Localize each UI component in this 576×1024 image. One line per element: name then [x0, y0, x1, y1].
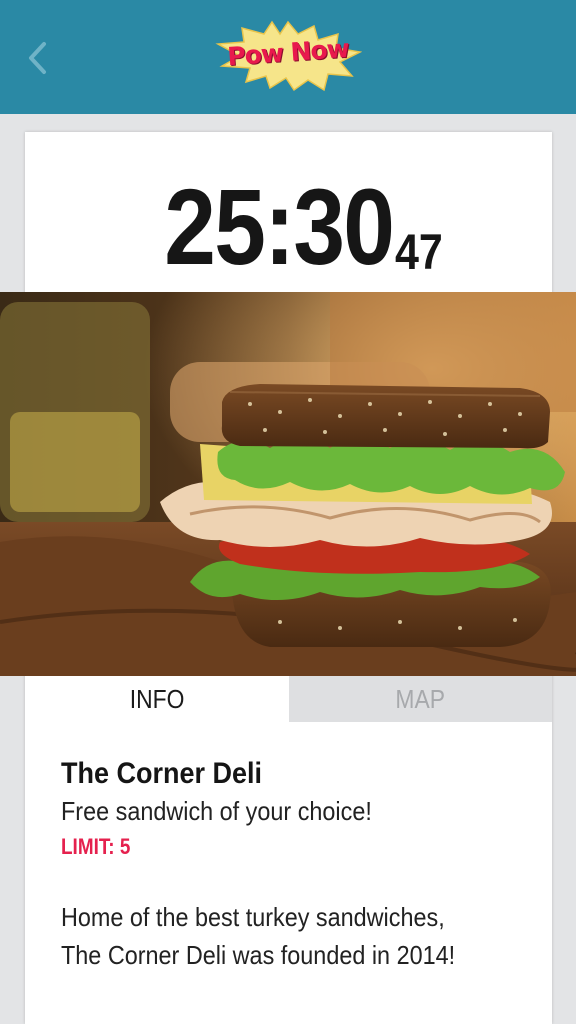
timer-fraction: 47 — [394, 224, 443, 280]
tab-map[interactable]: MAP — [288, 676, 552, 722]
pow-now-logo: Pow Now — [214, 20, 362, 92]
chevron-left-icon — [29, 42, 46, 74]
countdown-timer: 25:30 47 — [25, 152, 552, 282]
deal-card: 25:30 47 INFO MAP The Corner Deli Free s… — [0, 132, 576, 1024]
description-line: The Corner Deli was founded in 2014! — [61, 940, 456, 970]
tab-map-label: MAP — [395, 683, 446, 714]
tab-info[interactable]: INFO — [25, 676, 289, 722]
deal-info: The Corner Deli Free sandwich of your ch… — [61, 756, 521, 974]
tab-info-label: INFO — [129, 683, 185, 714]
app-root: Pow Now 25:30 47 INFO MAP The Corner Del… — [0, 0, 576, 1024]
deal-name: The Corner Deli — [61, 757, 263, 790]
back-button[interactable] — [18, 36, 58, 80]
tab-bar: INFO MAP — [25, 676, 552, 722]
top-bar: Pow Now — [0, 0, 576, 114]
description-line: Home of the best turkey sandwiches, — [61, 902, 445, 932]
deal-description: Home of the best turkey sandwiches, The … — [61, 898, 520, 974]
timer-minutes-seconds: 25:30 — [163, 166, 395, 287]
deal-limit: LIMIT: 5 — [61, 834, 131, 859]
deal-offer: Free sandwich of your choice! — [61, 796, 372, 826]
sandwich-photo — [0, 292, 576, 676]
